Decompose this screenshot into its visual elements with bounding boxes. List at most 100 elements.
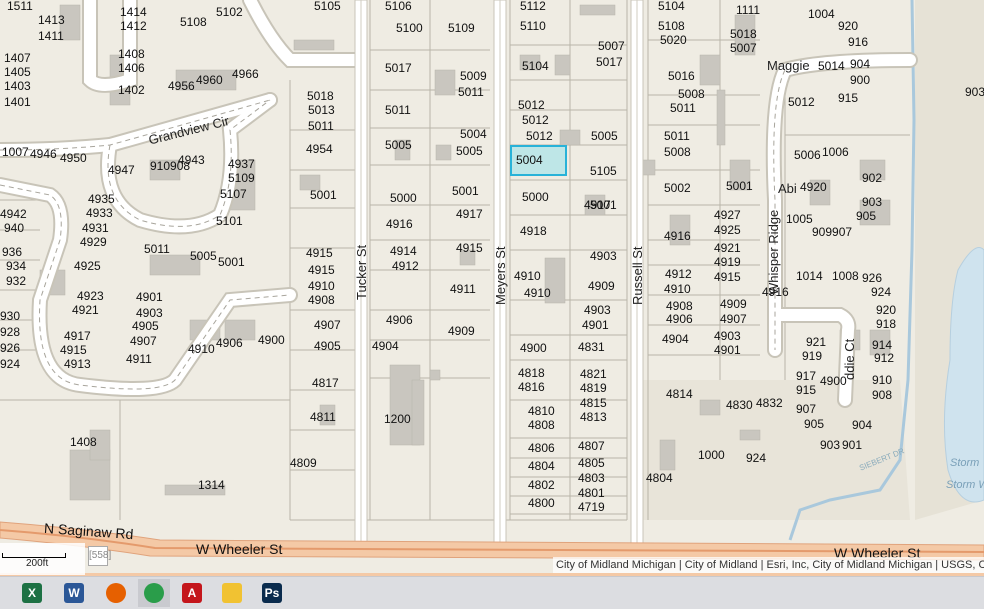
parcel-address-label[interactable]: 5020 [660, 34, 687, 46]
parcel-address-label[interactable]: 940 [4, 222, 24, 234]
parcel-address-label[interactable]: 4915 [60, 344, 87, 356]
parcel-address-label[interactable]: 1402 [118, 84, 145, 96]
parcel-address-label[interactable]: 4910 [514, 270, 541, 282]
parcel-address-label[interactable]: 1000 [698, 449, 725, 461]
parcel-address-label[interactable]: 5017 [385, 62, 412, 74]
parcel-address-label[interactable]: 5012 [526, 130, 553, 142]
parcel-address-label[interactable]: 4919 [714, 256, 741, 268]
parcel-address-label[interactable]: 905 [856, 210, 876, 222]
parcel-address-label[interactable]: 5000 [522, 191, 549, 203]
parcel-address-label[interactable]: 5105 [314, 0, 341, 12]
parcel-address-label[interactable]: 1004 [808, 8, 835, 20]
parcel-address-label[interactable]: 4832 [756, 397, 783, 409]
parcel-address-label[interactable]: 4917 [456, 208, 483, 220]
taskbar-excel-button[interactable]: X [16, 579, 48, 607]
parcel-address-label[interactable]: 915 [796, 384, 816, 396]
taskbar-firefox-button[interactable] [100, 579, 132, 607]
parcel-address-label[interactable]: 5107 [220, 188, 247, 200]
parcel-address-label[interactable]: 4903 [714, 330, 741, 342]
parcel-address-label[interactable]: 920 [838, 20, 858, 32]
parcel-address-label[interactable]: 4910 [188, 343, 215, 355]
parcel-address-label[interactable]: 5011 [670, 102, 696, 114]
parcel-address-label[interactable]: 4904 [662, 333, 689, 345]
parcel-address-label[interactable]: 4819 [580, 382, 607, 394]
parcel-address-label[interactable]: 905 [804, 418, 824, 430]
taskbar-word-button[interactable]: W [58, 579, 90, 607]
parcel-address-label[interactable]: 1414 [120, 6, 147, 18]
parcel-address-label[interactable]: 1412 [120, 20, 147, 32]
parcel-address-label[interactable]: 4925 [74, 260, 101, 272]
parcel-address-label[interactable]: 1405 [4, 66, 31, 78]
parcel-address-label[interactable]: 5005 [190, 250, 217, 262]
parcel-address-label[interactable]: 4909 [588, 280, 615, 292]
parcel-address-label[interactable]: 4917 [64, 330, 91, 342]
parcel-address-label[interactable]: 5109 [228, 172, 255, 184]
parcel-address-label[interactable]: 4914 [390, 245, 417, 257]
parcel-address-label[interactable]: 5101 [216, 215, 243, 227]
parcel-address-label[interactable]: 4809 [290, 457, 317, 469]
parcel-address-label[interactable]: 5001 [726, 180, 753, 192]
parcel-address-label[interactable]: 4933 [86, 207, 113, 219]
parcel-address-label[interactable]: 4937 [228, 158, 255, 170]
parcel-address-label[interactable]: 4918 [520, 225, 547, 237]
parcel-address-label[interactable]: 926 [862, 272, 882, 284]
parcel-address-label[interactable]: 4907 [314, 319, 341, 331]
parcel-address-label[interactable]: 4804 [528, 460, 555, 472]
parcel-address-label[interactable]: 1111 [736, 4, 760, 16]
parcel-address-label[interactable]: 4910 [664, 283, 691, 295]
taskbar-chrome-button[interactable] [138, 579, 170, 607]
parcel-address-label[interactable]: 1411 [38, 30, 64, 42]
parcel-address-label[interactable]: 4818 [518, 367, 545, 379]
parcel-address-label[interactable]: 907 [796, 403, 816, 415]
parcel-address-label[interactable]: 4810 [528, 405, 555, 417]
parcel-address-label[interactable]: 4915 [714, 271, 741, 283]
parcel-address-label[interactable]: 5112 [520, 0, 546, 12]
parcel-address-label[interactable]: 903 [862, 196, 882, 208]
parcel-address-label[interactable]: 902 [862, 172, 882, 184]
parcel-address-label[interactable]: 4802 [528, 479, 555, 491]
parcel-address-label[interactable]: 4821 [580, 368, 607, 380]
parcel-address-label[interactable]: 1406 [118, 62, 145, 74]
parcel-address-label[interactable]: 5011 [308, 120, 334, 132]
parcel-address-label[interactable]: 4901 [582, 319, 609, 331]
parcel-address-label[interactable]: 920 [876, 304, 896, 316]
parcel-address-label[interactable]: 4912 [665, 268, 692, 280]
parcel-address-label[interactable]: 4814 [666, 388, 693, 400]
parcel-address-label[interactable]: 1401 [4, 96, 31, 108]
parcel-address-label[interactable]: 5013 [308, 104, 335, 116]
parcel-address-label[interactable]: 5004 [460, 128, 487, 140]
parcel-address-label[interactable]: 5100 [396, 22, 423, 34]
parcel-address-label[interactable]: 4909 [720, 298, 747, 310]
parcel-address-label[interactable]: 5005 [591, 130, 618, 142]
parcel-address-label[interactable]: 5005 [385, 139, 412, 151]
parcel-address-label[interactable]: 4900 [258, 334, 285, 346]
map-view[interactable]: 5004 Tucker St Meyers St Russell St Gran… [0, 0, 984, 576]
parcel-address-label[interactable]: 5001 [218, 256, 245, 268]
parcel-address-label[interactable]: 5001 [452, 185, 479, 197]
parcel-address-label[interactable]: 4815 [580, 397, 607, 409]
parcel-address-label[interactable]: 4925 [714, 224, 741, 236]
taskbar-file-explorer-button[interactable] [216, 579, 248, 607]
parcel-address-label[interactable]: 4931 [82, 222, 109, 234]
parcel-address-label[interactable]: 4956 [168, 80, 195, 92]
parcel-address-label[interactable]: 4915 [456, 242, 483, 254]
parcel-address-label[interactable]: 900 [850, 74, 870, 86]
parcel-address-label[interactable]: 901 [842, 439, 862, 451]
parcel-address-label[interactable]: 5108 [658, 20, 685, 32]
parcel-address-label[interactable]: 1200 [384, 413, 411, 425]
parcel-address-label[interactable]: 4916 [386, 218, 413, 230]
parcel-address-label[interactable]: 4916 [762, 286, 789, 298]
parcel-address-label[interactable]: 1314 [198, 479, 225, 491]
parcel-address-label[interactable]: 5011 [144, 243, 170, 255]
parcel-address-label[interactable]: 4915 [308, 264, 335, 276]
parcel-address-label[interactable]: 930 [0, 310, 20, 322]
parcel-address-label[interactable]: 4921 [72, 304, 99, 316]
parcel-address-label[interactable]: 5006 [794, 149, 821, 161]
parcel-address-label[interactable]: 4808 [528, 419, 555, 431]
parcel-address-label[interactable]: 4913 [64, 358, 91, 370]
parcel-address-label[interactable]: 5012 [518, 99, 545, 111]
parcel-address-label[interactable]: 4903 [136, 307, 163, 319]
parcel-address-label[interactable]: 1511 [7, 0, 33, 12]
parcel-address-label[interactable]: 4909 [448, 325, 475, 337]
parcel-address-label[interactable]: 4907 [130, 335, 157, 347]
